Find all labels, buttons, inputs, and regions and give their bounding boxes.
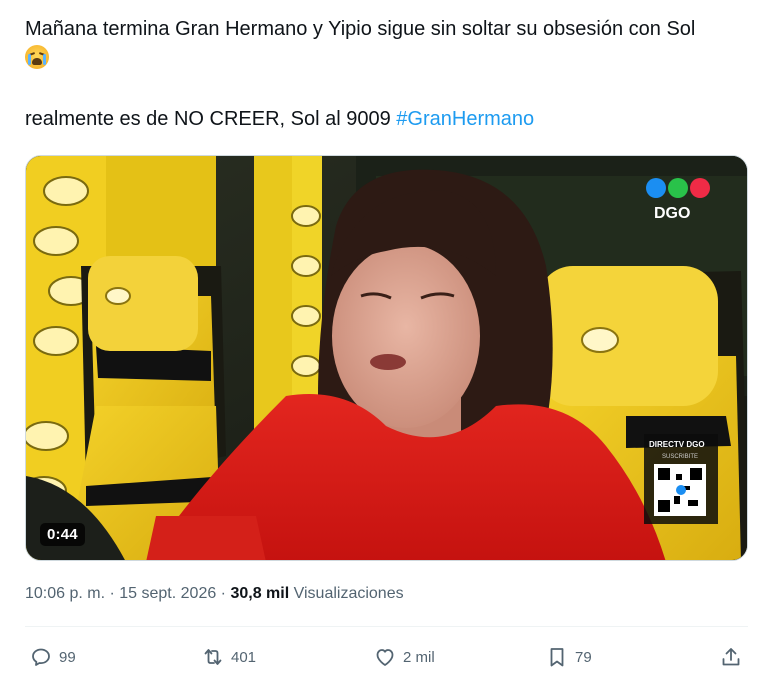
tweet-text: Mañana termina Gran Hermano y Yipio sigu… (25, 14, 750, 134)
meta-separator: · (105, 585, 120, 602)
tweet-meta: 10:06 p. m. · 15 sept. 2026 · 30,8 mil V… (25, 585, 404, 603)
like-button[interactable]: 2 mil (373, 645, 435, 669)
share-icon (722, 648, 740, 666)
repost-button[interactable]: 401 (201, 645, 256, 669)
repost-count: 401 (231, 649, 257, 666)
qr-promo-banner: DIRECTV DGO (649, 440, 705, 449)
tweet-line-3: realmente es de NO CREER, Sol al 9009 #G… (25, 104, 750, 134)
video-duration-badge: 0:44 (40, 523, 85, 546)
like-count: 2 mil (403, 649, 435, 666)
reply-icon (32, 648, 50, 666)
tweet-actions: 99 401 2 mil 79 (25, 645, 748, 679)
share-button[interactable] (719, 645, 749, 669)
tweet-line-2 (25, 44, 750, 74)
qr-promo-sub: SUSCRIBITE (662, 454, 698, 460)
bookmark-button[interactable]: 79 (545, 645, 592, 669)
bookmark-icon (550, 648, 564, 667)
tweet-time[interactable]: 10:06 p. m. (25, 585, 105, 602)
tweet-line-1: Mañana termina Gran Hermano y Yipio sigu… (25, 14, 750, 44)
tweet: Mañana termina Gran Hermano y Yipio sigu… (0, 0, 767, 679)
divider (25, 626, 748, 627)
reply-count: 99 (59, 649, 76, 666)
views-label: Visualizaciones (289, 585, 404, 602)
channel-logo-text: DGO (654, 205, 690, 222)
tweet-text-line-3: realmente es de NO CREER, Sol al 9009 (25, 108, 397, 130)
tweet-text-line-1: Mañana termina Gran Hermano y Yipio sigu… (25, 18, 696, 40)
repost-icon (204, 649, 222, 665)
video-player[interactable]: DGO DIRECTV DGO SUSCRIBITE 0:44 (25, 155, 748, 561)
heart-icon (376, 649, 394, 666)
hashtag-link[interactable]: #GranHermano (396, 108, 534, 130)
qr-promo: DIRECTV DGO SUSCRIBITE (644, 434, 718, 524)
meta-separator: · (216, 585, 231, 602)
loudly-crying-face-emoji-icon (25, 45, 49, 69)
reply-button[interactable]: 99 (29, 645, 76, 669)
bookmark-count: 79 (575, 649, 592, 666)
video-frame: DGO DIRECTV DGO SUSCRIBITE (26, 156, 747, 560)
views-count: 30,8 mil (230, 585, 290, 602)
tweet-date[interactable]: 15 sept. 2026 (119, 585, 216, 602)
